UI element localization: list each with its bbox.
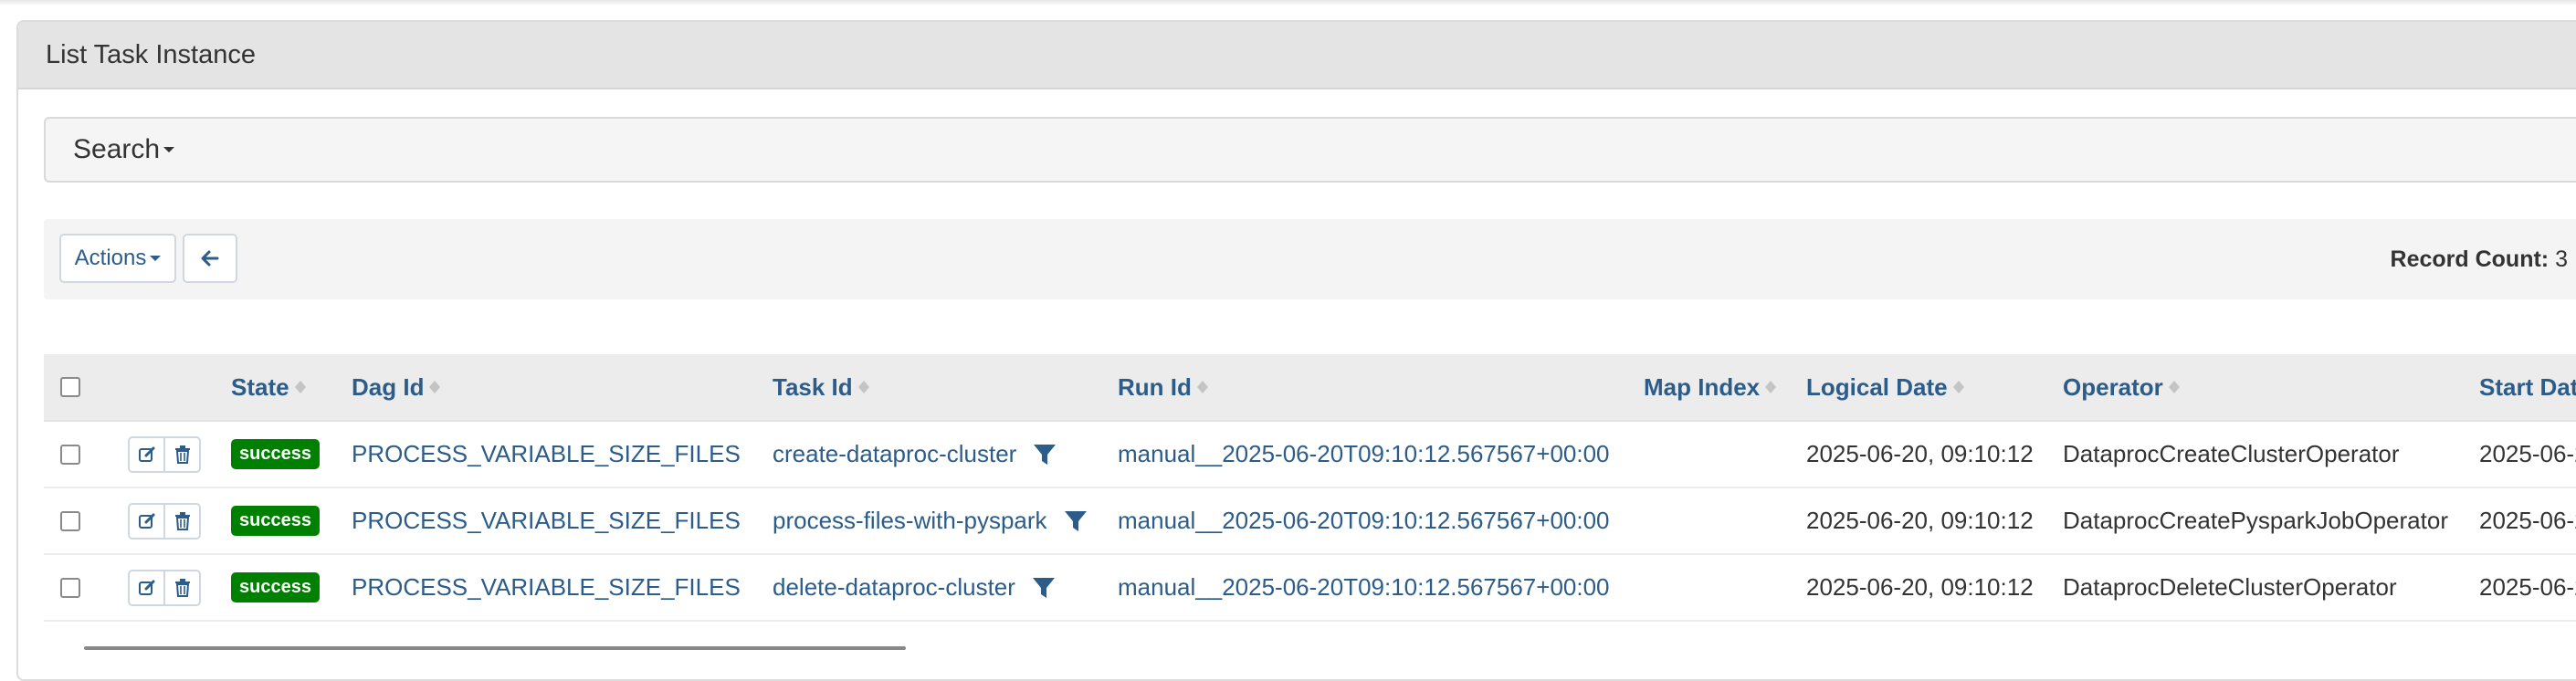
row-actions <box>128 436 201 473</box>
state-cell: success <box>231 555 320 620</box>
logical-date-cell: 2025-06-20, 09:10:12 <box>1806 440 2034 467</box>
edit-button[interactable] <box>130 571 163 604</box>
trash-icon <box>174 445 190 464</box>
row-actions <box>128 503 201 540</box>
trash-icon <box>174 579 190 597</box>
operator-cell: DataprocDeleteClusterOperator <box>2063 573 2397 601</box>
row-checkbox[interactable] <box>60 444 80 465</box>
column-dag-id-label: Dag Id <box>352 372 425 401</box>
table-row: success PROCESS_VARIABLE_SIZE_FILES dele… <box>44 555 2576 622</box>
horizontal-scrollbar[interactable] <box>84 646 906 650</box>
status-badge: success <box>231 439 320 469</box>
search-label: Search <box>73 134 161 164</box>
start-date-cell: 2025-06-2 <box>2479 573 2576 601</box>
sort-icon <box>2168 381 2180 393</box>
arrow-left-icon <box>201 250 219 267</box>
task-id-cell: delete-dataproc-cluster <box>773 555 1056 620</box>
run-id-link[interactable]: manual__2025-06-20T09:10:12.567567+00:00 <box>1118 555 1610 620</box>
edit-icon <box>138 580 154 595</box>
dag-id-link[interactable]: PROCESS_VARIABLE_SIZE_FILES <box>352 488 741 553</box>
task-instance-table: State Dag Id Task Id Run Id Map Index Lo… <box>44 354 2576 622</box>
dag-id-link[interactable]: PROCESS_VARIABLE_SIZE_FILES <box>352 555 741 620</box>
sort-icon <box>1765 381 1777 393</box>
record-count-value: 3 <box>2555 246 2568 272</box>
actions-label: Actions <box>74 246 147 270</box>
task-id-link[interactable]: create-dataproc-cluster <box>773 440 1016 468</box>
edit-button[interactable] <box>130 505 163 538</box>
panel-title: List Task Instance <box>18 22 2576 89</box>
row-actions <box>128 570 201 606</box>
table-header: State Dag Id Task Id Run Id Map Index Lo… <box>44 354 2576 422</box>
sort-icon <box>429 381 441 393</box>
edit-icon <box>138 513 154 529</box>
actions-button[interactable]: Actions <box>59 234 176 283</box>
search-toggle[interactable]: Search <box>44 117 2576 183</box>
back-button[interactable] <box>183 234 237 283</box>
column-task-id-label: Task Id <box>773 372 853 401</box>
filter-icon[interactable] <box>1033 443 1057 466</box>
row-select-cell <box>60 422 80 487</box>
column-logical-date[interactable]: Logical Date <box>1806 354 1964 420</box>
column-dag-id[interactable]: Dag Id <box>352 354 441 420</box>
column-start-date[interactable]: Start Date <box>2479 354 2576 420</box>
task-id-cell: process-files-with-pyspark <box>773 488 1088 553</box>
delete-button[interactable] <box>163 571 199 604</box>
caret-down-icon <box>163 147 175 152</box>
record-count-label: Record Count: <box>2390 246 2550 272</box>
filter-icon[interactable] <box>1064 509 1088 533</box>
task-id-link[interactable]: delete-dataproc-cluster <box>773 573 1015 602</box>
logical-date-cell: 2025-06-20, 09:10:12 <box>1806 507 2034 534</box>
select-all-cell <box>60 354 80 420</box>
operator-cell: DataprocCreatePysparkJobOperator <box>2063 507 2448 534</box>
top-shadow <box>0 0 2576 5</box>
run-id-link[interactable]: manual__2025-06-20T09:10:12.567567+00:00 <box>1118 488 1610 553</box>
status-badge: success <box>231 572 320 602</box>
state-cell: success <box>231 422 320 487</box>
record-count: Record Count: 3 <box>2391 246 2568 273</box>
task-id-link[interactable]: process-files-with-pyspark <box>773 507 1047 535</box>
dag-id-link[interactable]: PROCESS_VARIABLE_SIZE_FILES <box>352 422 741 487</box>
sort-icon <box>1952 381 1964 393</box>
sort-icon <box>857 381 869 393</box>
edit-icon <box>138 446 154 462</box>
sort-icon <box>294 381 306 393</box>
column-run-id[interactable]: Run Id <box>1118 354 1208 420</box>
start-date-cell: 2025-06-2 <box>2479 440 2576 467</box>
logical-date-cell: 2025-06-20, 09:10:12 <box>1806 573 2034 601</box>
task-id-cell: create-dataproc-cluster <box>773 422 1057 487</box>
row-checkbox[interactable] <box>60 577 80 598</box>
column-map-index-label: Map Index <box>1644 372 1761 401</box>
row-checkbox[interactable] <box>60 510 80 531</box>
column-state[interactable]: State <box>231 354 306 420</box>
column-start-date-label: Start Date <box>2479 372 2576 401</box>
table-row: success PROCESS_VARIABLE_SIZE_FILES proc… <box>44 488 2576 555</box>
state-cell: success <box>231 488 320 553</box>
trash-icon <box>174 512 190 530</box>
column-operator[interactable]: Operator <box>2063 354 2180 420</box>
select-all-checkbox[interactable] <box>60 377 80 397</box>
list-panel: List Task Instance Search Actions Record… <box>16 20 2576 681</box>
edit-button[interactable] <box>130 438 163 471</box>
actions-bar: Actions Record Count: 3 <box>44 219 2576 299</box>
column-task-id[interactable]: Task Id <box>773 354 869 420</box>
delete-button[interactable] <box>163 505 199 538</box>
caret-down-icon <box>150 256 162 261</box>
operator-cell: DataprocCreateClusterOperator <box>2063 440 2400 467</box>
status-badge: success <box>231 506 320 536</box>
delete-button[interactable] <box>163 438 199 471</box>
row-select-cell <box>60 555 80 620</box>
column-operator-label: Operator <box>2063 372 2163 401</box>
sort-icon <box>1196 381 1208 393</box>
column-run-id-label: Run Id <box>1118 372 1192 401</box>
column-logical-date-label: Logical Date <box>1806 372 1948 401</box>
filter-icon[interactable] <box>1032 576 1056 600</box>
start-date-cell: 2025-06-2 <box>2479 507 2576 534</box>
column-state-label: State <box>231 372 289 401</box>
table-row: success PROCESS_VARIABLE_SIZE_FILES crea… <box>44 422 2576 488</box>
column-map-index[interactable]: Map Index <box>1644 354 1777 420</box>
row-select-cell <box>60 488 80 553</box>
run-id-link[interactable]: manual__2025-06-20T09:10:12.567567+00:00 <box>1118 422 1610 487</box>
